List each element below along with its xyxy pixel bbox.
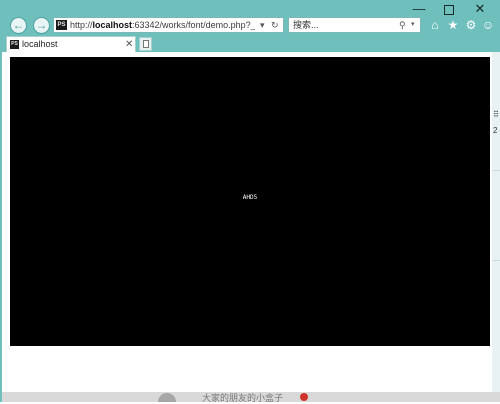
background-grid-icon: ⠿	[493, 110, 499, 119]
background-window-strip	[492, 52, 500, 402]
address-bar[interactable]: PS http://localhost:63342/works/font/dem…	[53, 17, 284, 33]
canvas-text: AHD5	[242, 194, 258, 201]
search-input[interactable]: 搜索... ⚲ ▾	[288, 17, 421, 33]
search-icon[interactable]: ⚲	[399, 18, 406, 32]
canvas-area[interactable]	[10, 57, 490, 346]
site-favicon-icon: PS	[56, 20, 67, 30]
background-divider	[492, 170, 500, 171]
page-content: AHD5	[2, 52, 492, 400]
background-bottom-text: 大家的朋友的小盒子	[202, 393, 284, 403]
maximize-button[interactable]	[438, 2, 460, 16]
favorites-star-icon[interactable]: ★	[446, 17, 460, 33]
minimize-button[interactable]: —	[408, 2, 430, 16]
tab-favicon-icon: PS	[10, 40, 19, 49]
close-window-button[interactable]: ✕	[469, 2, 491, 16]
settings-gear-icon[interactable]: ⚙	[464, 17, 478, 33]
tab-localhost[interactable]: PS localhost ✕	[6, 36, 136, 52]
url-text[interactable]: http://localhost:63342/works/font/demo.p…	[70, 18, 255, 32]
background-alert-icon	[300, 393, 308, 401]
refresh-icon[interactable]: ↻	[271, 18, 279, 32]
back-button[interactable]: ←	[10, 17, 27, 34]
new-tab-button[interactable]	[139, 37, 152, 51]
maximize-icon	[444, 4, 454, 15]
background-text: 2	[493, 126, 498, 135]
background-divider	[492, 260, 500, 261]
url-prefix: http://	[70, 20, 93, 30]
forward-button[interactable]: →	[33, 17, 50, 34]
search-placeholder: 搜索...	[293, 20, 319, 30]
url-host: localhost	[92, 20, 133, 30]
address-dropdown-icon[interactable]: ▾	[260, 18, 265, 32]
url-path: :63342/works/font/demo.php?_ijt=	[132, 20, 255, 30]
tab-close-icon[interactable]: ✕	[125, 37, 133, 52]
home-icon[interactable]: ⌂	[428, 17, 442, 33]
new-tab-icon	[143, 40, 149, 48]
tab-label: localhost	[22, 39, 58, 49]
feedback-smiley-icon[interactable]: ☺	[481, 17, 495, 33]
search-dropdown-icon[interactable]: ▾	[411, 18, 415, 32]
